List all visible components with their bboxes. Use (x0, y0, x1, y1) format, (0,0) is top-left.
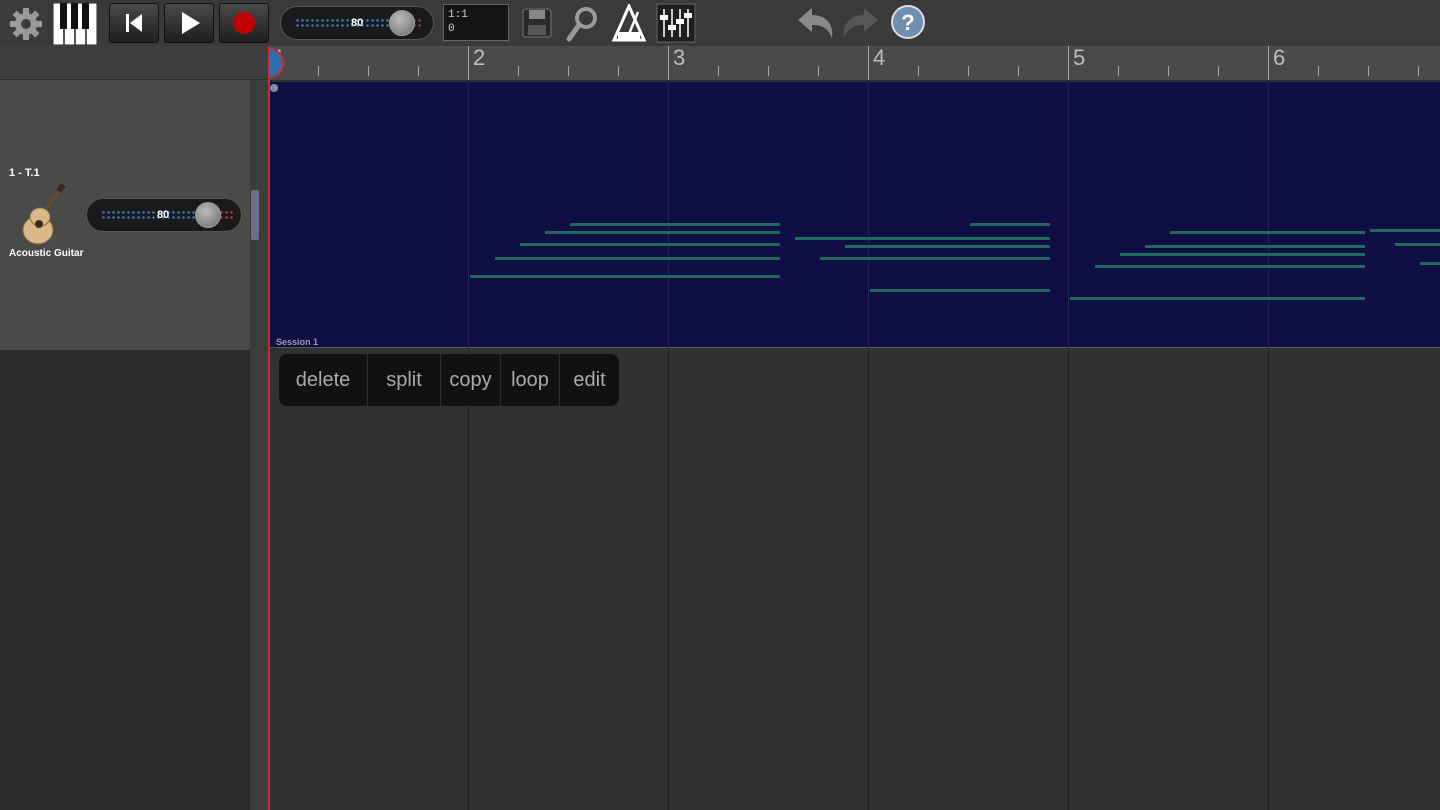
midi-note[interactable] (520, 243, 780, 246)
ruler-beat-tick (1018, 66, 1019, 76)
clip-resize-handle[interactable] (270, 84, 278, 92)
midi-note[interactable] (545, 231, 780, 234)
ruler-beat-tick (818, 66, 819, 76)
panel-divider (250, 80, 268, 810)
toolbar: 80 1:1 0 ? (0, 0, 1440, 46)
ruler-beat-tick (768, 66, 769, 76)
midi-note[interactable] (870, 289, 1050, 292)
piano-keyboard-icon[interactable] (52, 2, 98, 46)
midi-note[interactable] (795, 237, 1050, 240)
ruler-bar-tick (468, 46, 469, 80)
ruler-beat-tick (718, 66, 719, 76)
ruler-beat-tick (418, 66, 419, 76)
track-volume-knob[interactable] (195, 202, 221, 228)
tempo-slider-track (295, 18, 403, 28)
ruler-beat-tick (368, 66, 369, 76)
position-tick: 0 (448, 23, 455, 35)
midi-note[interactable] (820, 257, 1050, 260)
copy-button[interactable]: copy (441, 354, 501, 406)
ruler-bar-number: 5 (1073, 45, 1086, 70)
mixer-icon[interactable] (656, 3, 696, 43)
ruler-bar-tick (1268, 46, 1269, 80)
svg-text:?: ? (901, 10, 914, 35)
ruler-beat-tick (1368, 66, 1369, 76)
midi-note[interactable] (1370, 229, 1440, 232)
redo-arrow-icon[interactable] (840, 4, 882, 42)
metronome-icon[interactable] (610, 2, 648, 42)
acoustic-guitar-icon[interactable] (18, 183, 68, 248)
position-bar-beat: 1:1 (448, 9, 468, 21)
ruler-beat-tick (1218, 66, 1219, 76)
position-display: 1:1 0 (443, 4, 509, 41)
tempo-value: 80 (351, 17, 364, 29)
clip-bar-line (468, 82, 469, 348)
instrument-name: Acoustic Guitar (9, 248, 84, 259)
track-header[interactable]: 1 - T.1 Acoustic Guitar 80 (0, 80, 250, 351)
settings-gear-icon[interactable] (8, 6, 44, 42)
midi-clip[interactable]: Session 1 (268, 82, 1440, 348)
zoom-magnifier-icon[interactable] (564, 5, 600, 43)
record-button[interactable] (219, 3, 269, 43)
playhead-marker-icon[interactable] (267, 46, 284, 80)
midi-note[interactable] (470, 275, 780, 278)
clip-bar-line (868, 82, 869, 348)
ruler-beat-tick (1418, 66, 1419, 76)
ruler-beat-tick (568, 66, 569, 76)
help-question-icon[interactable]: ? (890, 4, 926, 40)
ruler-beat-tick (518, 66, 519, 76)
edit-button[interactable]: edit (560, 354, 619, 406)
split-button[interactable]: split (368, 354, 441, 406)
track-number-label: 1 - T.1 (9, 167, 40, 179)
ruler-beat-tick (968, 66, 969, 76)
delete-button[interactable]: delete (279, 354, 368, 406)
play-button[interactable] (164, 3, 214, 43)
ruler-beat-tick (918, 66, 919, 76)
scroll-handle[interactable] (251, 190, 259, 240)
midi-note[interactable] (495, 257, 780, 260)
loop-button[interactable]: loop (501, 354, 560, 406)
midi-note[interactable] (1095, 265, 1365, 268)
ruler-beat-tick (318, 66, 319, 76)
rewind-button[interactable] (109, 3, 159, 43)
playhead[interactable] (268, 46, 270, 810)
ruler-bar-number: 3 (673, 45, 686, 70)
midi-note[interactable] (1145, 245, 1365, 248)
clip-context-menu: delete split copy loop edit (279, 354, 619, 406)
ruler-bar-number: 6 (1273, 45, 1286, 70)
midi-note[interactable] (570, 223, 780, 226)
timeline-ruler[interactable]: 123456 (268, 45, 1440, 80)
ruler-bar-tick (668, 46, 669, 80)
clip-name: Session 1 (276, 337, 319, 347)
undo-arrow-icon[interactable] (794, 4, 836, 42)
track-volume-redzone (219, 210, 233, 220)
ruler-beat-tick (1168, 66, 1169, 76)
ruler-beat-tick (1318, 66, 1319, 76)
empty-track-area (0, 350, 250, 810)
ruler-beat-tick (618, 66, 619, 76)
tempo-slider-knob[interactable] (389, 10, 415, 36)
midi-note[interactable] (1395, 243, 1440, 246)
midi-note[interactable] (1420, 262, 1440, 265)
ruler-bar-number: 2 (473, 45, 486, 70)
midi-note[interactable] (1070, 297, 1365, 300)
ruler-corner (0, 46, 268, 80)
ruler-bar-tick (868, 46, 869, 80)
clip-bar-line (1268, 82, 1269, 348)
ruler-beat-tick (1118, 66, 1119, 76)
track-volume-value: 80 (157, 209, 170, 221)
track-volume-slider[interactable]: 80 (86, 198, 242, 232)
midi-note[interactable] (970, 223, 1050, 226)
play-icon (182, 12, 200, 34)
clip-bar-line (668, 82, 669, 348)
ruler-bar-tick (1068, 46, 1069, 80)
midi-note[interactable] (1170, 231, 1365, 234)
midi-note[interactable] (1120, 253, 1365, 256)
ruler-bar-number: 4 (873, 45, 886, 70)
tempo-slider[interactable]: 80 (280, 6, 434, 40)
skip-back-icon (126, 14, 142, 32)
save-floppy-icon[interactable] (520, 6, 554, 40)
clip-bar-line (1068, 82, 1069, 348)
midi-note[interactable] (845, 245, 1050, 248)
record-icon (233, 12, 255, 34)
